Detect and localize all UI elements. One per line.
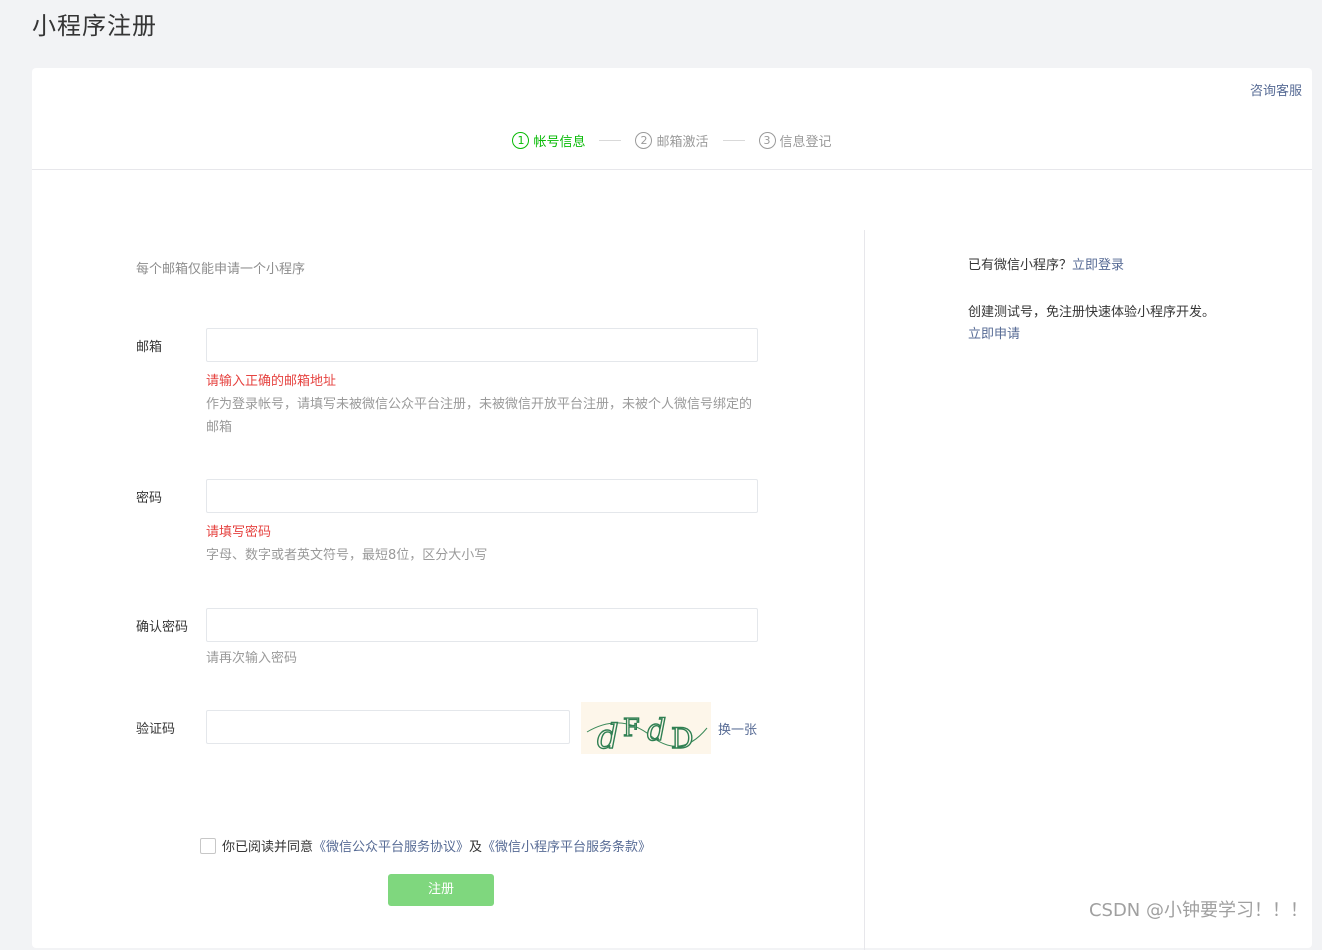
confirm-password-label: 确认密码 [136,620,189,635]
customer-service-link[interactable]: 咨询客服 [1250,80,1302,99]
step-label: 信息登记 [779,135,832,150]
page-title: 小程序注册 [32,12,157,40]
captcha-image[interactable]: d F d D [581,702,711,758]
step-number: 1 [512,132,530,149]
agreement-checkbox[interactable] [200,837,216,854]
password-label: 密码 [136,491,163,506]
register-button[interactable]: 注册 [388,874,494,906]
miniprogram-terms-link[interactable]: 《微信小程序平台服务条款》 [482,836,651,855]
step-number: 2 [635,132,653,149]
password-hint: 字母、数字或者英文符号，最短8位，区分大小写 [206,548,488,563]
agreement-middle: 及 [469,840,483,855]
confirm-password-hint: 请再次输入密码 [206,651,298,666]
step-indicator: 1 帐号信息 2 邮箱激活 3 信息登记 [32,131,1312,150]
captcha-char: D [671,722,693,754]
column-divider [864,230,865,950]
step-label: 邮箱激活 [656,135,709,150]
email-input[interactable] [206,328,758,362]
captcha-label: 验证码 [136,722,176,737]
agreement-row: 你已阅读并同意 《微信公众平台服务协议》 及 《微信小程序平台服务条款》 [200,836,651,855]
password-input[interactable] [206,479,758,513]
confirm-password-input[interactable] [206,608,758,642]
step-label: 帐号信息 [533,135,586,150]
test-account-row: 创建测试号，免注册快速体验小程序开发。立即申请 [968,302,1218,346]
email-error: 请输入正确的邮箱地址 [206,374,337,389]
test-account-link[interactable]: 立即申请 [968,327,1020,342]
captcha-char: d [597,717,619,754]
captcha-refresh-link[interactable]: 换一张 [718,719,757,738]
watermark: CSDN @小钟要学习！！！ [1088,900,1308,921]
email-label: 邮箱 [136,340,163,355]
service-agreement-link[interactable]: 《微信公众平台服务协议》 [313,836,469,855]
registration-card: 咨询客服 1 帐号信息 2 邮箱激活 3 信息登记 每个邮箱仅能申请一个小程序 … [32,68,1312,950]
login-link[interactable]: 立即登录 [1072,258,1124,273]
password-error: 请填写密码 [206,525,272,540]
step-separator [722,140,745,141]
step-email-activation: 2 邮箱激活 [635,131,709,150]
captcha-input[interactable] [206,710,570,744]
step-separator [599,140,622,141]
step-account-info: 1 帐号信息 [512,131,585,150]
header-divider [32,169,1312,170]
login-prompt: 已有微信小程序？ [968,258,1073,273]
captcha-char: F [623,714,640,742]
test-account-prompt: 创建测试号，免注册快速体验小程序开发。 [968,305,1216,320]
agreement-prefix: 你已阅读并同意 [222,840,314,855]
email-hint: 作为登录帐号，请填写未被微信公众平台注册，未被微信开放平台注册，未被个人微信号绑… [206,397,753,435]
step-info-registration: 3 信息登记 [758,131,832,150]
form-intro: 每个邮箱仅能申请一个小程序 [136,262,306,277]
login-prompt-row: 已有微信小程序？立即登录 [968,255,1124,277]
captcha-graphic: d F d D [586,712,708,758]
step-number: 3 [758,132,776,149]
captcha-char: d [647,713,666,748]
